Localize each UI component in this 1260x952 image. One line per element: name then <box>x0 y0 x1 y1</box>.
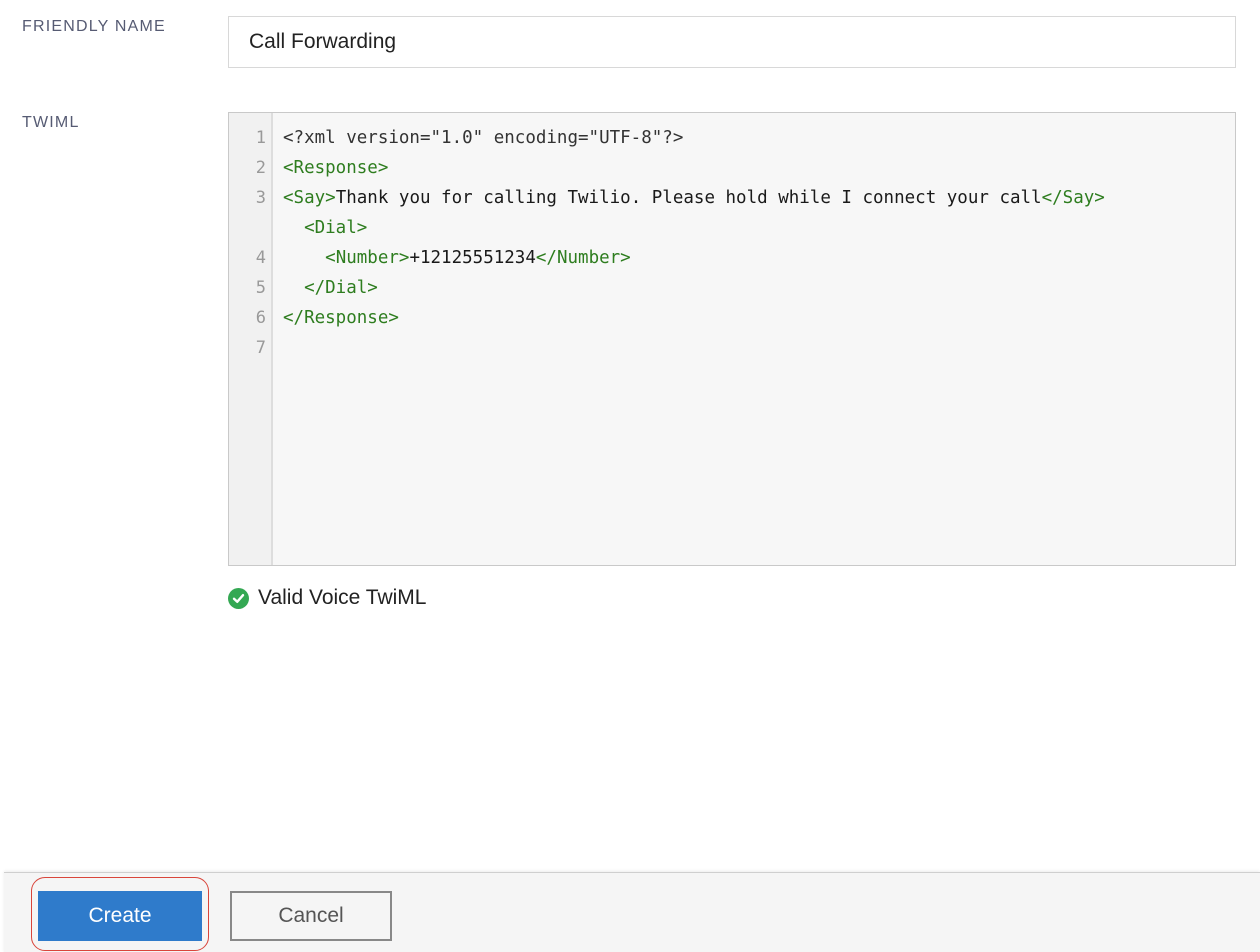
code-line: <Dial> <box>283 213 1123 243</box>
twiml-code-editor[interactable]: 1 2 3 4 5 6 7 <?xml version="1.0" encodi… <box>228 112 1236 566</box>
code-line: <Number>+12125551234</Number> <box>283 243 1123 273</box>
response-open-tag: <Response> <box>283 158 389 178</box>
line-number: 5 <box>255 278 266 298</box>
line-number-gutter: 1 2 3 4 5 6 7 <box>229 113 273 565</box>
code-line: </Response> <box>283 303 1123 333</box>
friendly-name-label: FRIENDLY NAME <box>22 18 166 35</box>
validation-message: Valid Voice TwiML <box>258 586 427 609</box>
xml-declaration: <?xml version="1.0" encoding="UTF-8"?> <box>283 128 684 148</box>
response-close-tag: </Response> <box>283 308 399 328</box>
dial-close-tag: </Dial> <box>304 278 378 298</box>
line-number: 1 <box>255 128 266 148</box>
number-text: +12125551234 <box>409 248 536 268</box>
code-line: <Response> <box>283 153 1123 183</box>
validation-status: Valid Voice TwiML <box>228 586 426 610</box>
dial-open-tag: <Dial> <box>304 218 368 238</box>
line-number: 4 <box>255 248 266 268</box>
number-close-tag: </Number> <box>535 248 631 268</box>
say-close-tag: </Say> <box>1041 188 1105 208</box>
say-open-tag: <Say> <box>283 188 336 208</box>
twiml-label: TWIML <box>22 114 80 131</box>
line-number: 7 <box>255 338 266 358</box>
code-line: <?xml version="1.0" encoding="UTF-8"?> <box>283 123 1123 153</box>
line-number: 3 <box>255 188 266 208</box>
check-circle-icon <box>228 587 249 609</box>
code-line: <Say>Thank you for calling Twilio. Pleas… <box>283 183 1123 213</box>
line-number: 2 <box>255 158 266 178</box>
line-number: 6 <box>255 308 266 328</box>
twiml-bin-form: FRIENDLY NAME TWIML 1 2 3 4 5 6 7 <?xml … <box>0 0 1260 952</box>
code-line: </Dial> <box>283 273 1123 303</box>
friendly-name-input[interactable] <box>228 16 1236 68</box>
cancel-button[interactable]: Cancel <box>230 891 392 941</box>
say-text: Thank you for calling Twilio. Please hol… <box>335 188 1042 208</box>
form-footer: Create Cancel <box>4 872 1260 952</box>
create-button[interactable]: Create <box>38 891 202 941</box>
code-area[interactable]: <?xml version="1.0" encoding="UTF-8"?> <… <box>273 113 1235 565</box>
number-open-tag: <Number> <box>325 248 410 268</box>
